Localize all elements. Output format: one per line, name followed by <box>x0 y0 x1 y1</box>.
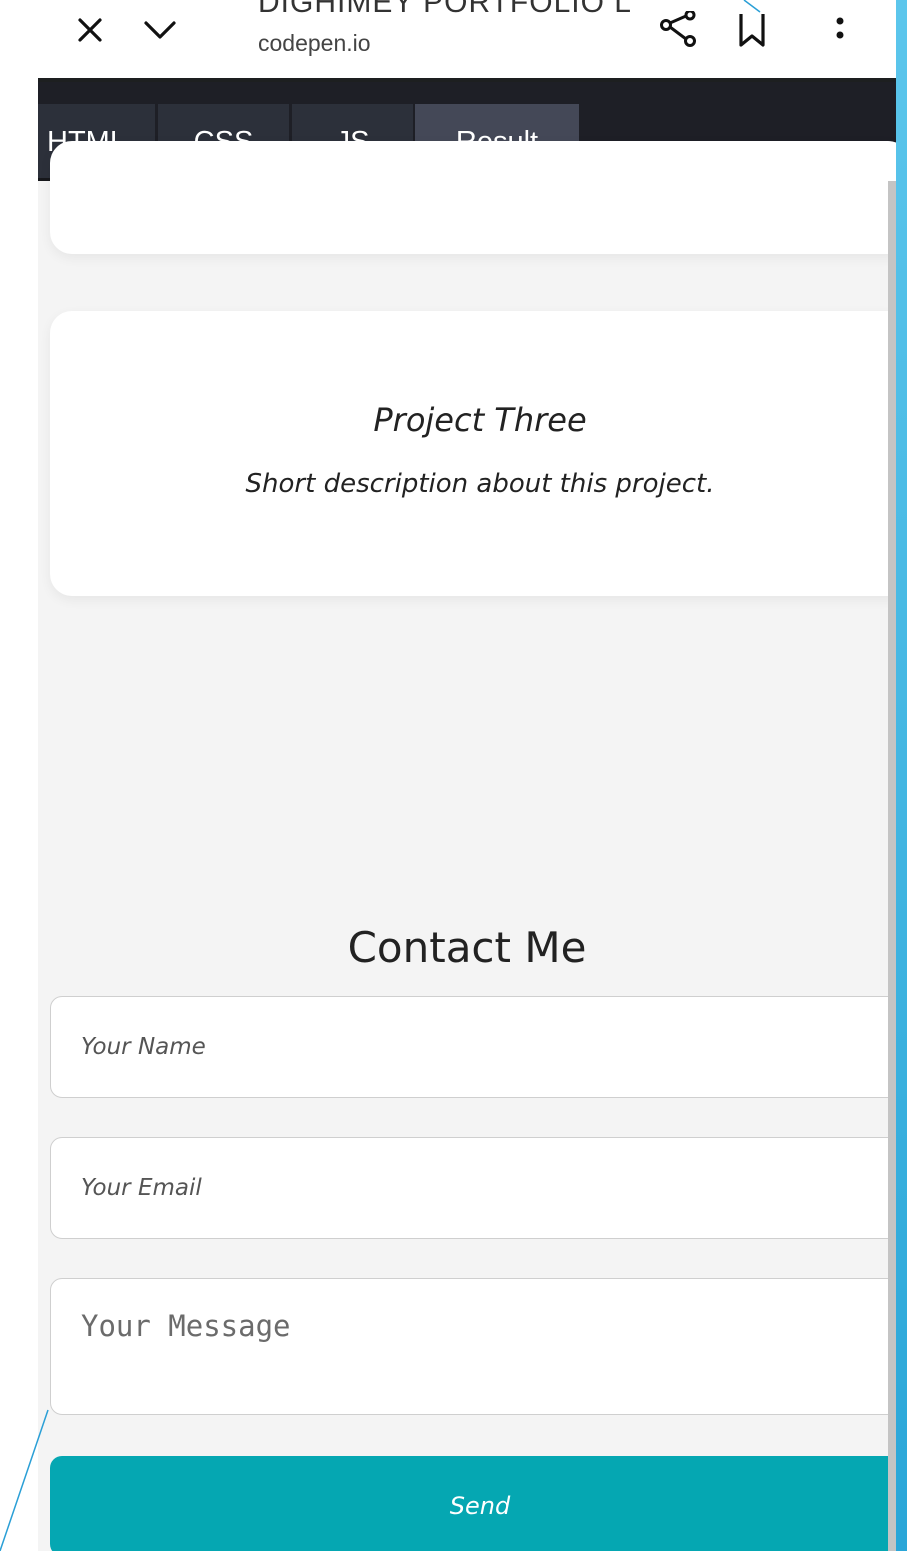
url-text: codepen.io <box>258 30 371 56</box>
phone-screen: DIGHIMEY PORTFOLIO L codepen.io Project … <box>38 0 896 1551</box>
message-textarea[interactable] <box>50 1278 896 1415</box>
decorative-band <box>896 0 907 1551</box>
address-block[interactable]: DIGHIMEY PORTFOLIO L codepen.io <box>258 0 638 80</box>
bookmark-icon[interactable] <box>728 6 776 54</box>
browser-toolbar: DIGHIMEY PORTFOLIO L codepen.io <box>38 0 896 80</box>
project-description: Short description about this project. <box>245 469 715 499</box>
send-button[interactable]: Send <box>50 1456 896 1551</box>
contact-heading: Contact Me <box>347 923 587 972</box>
chevron-down-icon[interactable] <box>136 6 184 54</box>
name-input[interactable] <box>50 996 896 1098</box>
more-vert-icon[interactable] <box>816 6 864 54</box>
slide-frame: DIGHIMEY PORTFOLIO L codepen.io Project … <box>0 0 907 1551</box>
share-icon[interactable] <box>655 6 703 54</box>
scrollbar[interactable] <box>888 181 896 1551</box>
project-title: Project Three <box>373 401 587 439</box>
close-icon[interactable] <box>66 6 114 54</box>
page-title: DIGHIMEY PORTFOLIO L <box>258 0 632 19</box>
email-input[interactable] <box>50 1137 896 1239</box>
project-card: Project Three Short description about th… <box>50 311 896 596</box>
project-card-previous <box>50 141 896 254</box>
result-preview: Project Three Short description about th… <box>38 141 896 1551</box>
